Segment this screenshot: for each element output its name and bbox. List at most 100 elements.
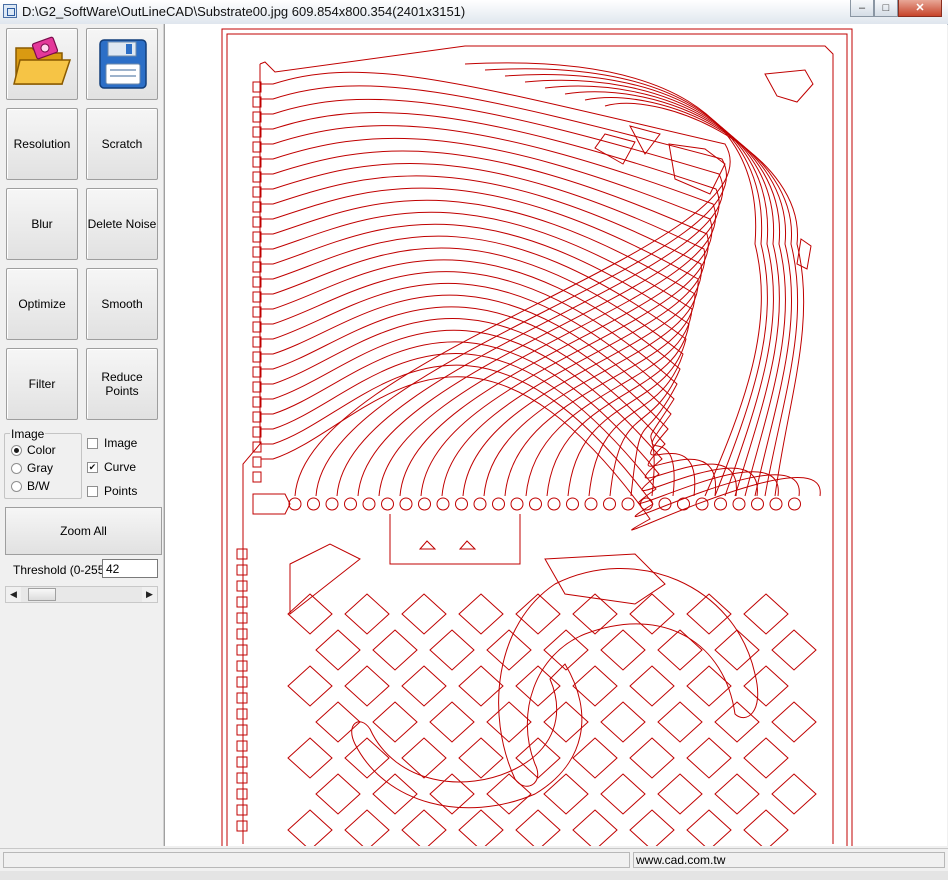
connector-pin <box>344 497 357 511</box>
connector-pin <box>714 497 727 511</box>
lattice-diamond <box>771 629 817 671</box>
lattice-diamond <box>629 665 675 707</box>
checkbox-points[interactable]: Points <box>87 484 137 498</box>
radio-bw[interactable]: B/W <box>11 479 50 493</box>
smooth-button[interactable]: Smooth <box>86 268 158 340</box>
status-pane <box>3 852 630 868</box>
connector-pin <box>584 497 598 511</box>
scroll-thumb[interactable] <box>28 588 56 601</box>
close-button[interactable]: ✕ <box>898 0 942 17</box>
radio-indicator[interactable] <box>11 480 22 492</box>
optimize-button[interactable]: Optimize <box>6 268 78 340</box>
radio-color[interactable]: Color <box>11 443 56 457</box>
minimize-button[interactable]: – <box>850 0 874 17</box>
lattice-diamond <box>458 737 504 779</box>
lattice-diamond <box>657 773 703 815</box>
connector-pin <box>381 497 394 511</box>
checkbox-image[interactable]: Image <box>87 436 137 450</box>
checkbox-box[interactable] <box>87 485 98 497</box>
edge-pin <box>236 676 248 688</box>
edge-pin <box>236 772 248 784</box>
connector-tab <box>389 514 521 565</box>
reduce-points-button[interactable]: Reduce Points <box>86 348 158 420</box>
lattice-diamond <box>458 665 504 707</box>
threshold-input[interactable] <box>102 559 158 578</box>
edge-pin <box>236 644 248 656</box>
trace-line <box>261 187 699 497</box>
edge-pin <box>252 456 262 468</box>
connector-pin <box>547 497 561 511</box>
connector-pin <box>399 497 413 511</box>
connector-pin <box>751 497 764 511</box>
window-bottom-edge <box>0 871 948 880</box>
open-file-button[interactable] <box>6 28 78 100</box>
lattice-diamond <box>486 773 532 815</box>
lattice-diamond <box>515 809 561 846</box>
connector-pin <box>418 497 431 511</box>
lattice-diamond <box>743 809 789 846</box>
status-url: www.cad.com.tw <box>633 852 945 868</box>
edge-pin <box>236 820 248 832</box>
scratch-button[interactable]: Scratch <box>86 108 158 180</box>
edge-pin <box>236 548 248 560</box>
edge-pin <box>236 788 248 800</box>
app-icon <box>3 4 17 18</box>
resolution-button[interactable]: Resolution <box>6 108 78 180</box>
radio-bw-label: B/W <box>27 479 50 493</box>
scroll-right-arrow-icon[interactable]: ▶ <box>142 587 157 602</box>
connector-pin <box>307 497 320 511</box>
save-file-button[interactable] <box>86 28 158 100</box>
lattice-diamond <box>629 809 675 846</box>
zoom-all-button[interactable]: Zoom All <box>5 507 162 555</box>
radio-indicator[interactable] <box>11 444 22 456</box>
delete-noise-button[interactable]: Delete Noise <box>86 188 158 260</box>
lattice-diamond <box>714 773 760 815</box>
maximize-button[interactable]: □ <box>874 0 898 17</box>
blur-button[interactable]: Blur <box>6 188 78 260</box>
connector-pin <box>473 497 487 511</box>
scroll-left-arrow-icon[interactable]: ◀ <box>6 587 21 602</box>
lattice-diamond <box>344 737 390 779</box>
trace-line <box>261 364 800 518</box>
checkbox-box[interactable] <box>87 461 98 473</box>
trace-line <box>261 112 720 497</box>
lattice-diamond <box>372 701 418 743</box>
lattice-diamond <box>657 701 703 743</box>
radio-gray-label: Gray <box>27 461 54 475</box>
lattice-diamond <box>600 773 646 815</box>
window-title: D:\G2_SoftWare\OutLineCAD\Substrate00.jp… <box>22 4 466 19</box>
connector-pin <box>603 497 616 511</box>
filter-button[interactable]: Filter <box>6 348 78 420</box>
outline-drawing[interactable] <box>165 24 947 846</box>
lattice-diamond <box>543 773 589 815</box>
connector-pad <box>252 493 291 515</box>
threshold-scrollbar[interactable]: ◀ ▶ <box>5 586 158 603</box>
edge-pin <box>252 471 262 483</box>
lattice-diamond <box>287 809 333 846</box>
lattice-diamond <box>401 737 447 779</box>
connector-pin <box>769 497 783 511</box>
connector-pin <box>455 497 468 511</box>
radio-gray[interactable]: Gray <box>11 461 53 475</box>
trace-line <box>261 211 693 497</box>
checkbox-curve[interactable]: Curve <box>87 460 136 474</box>
connector-pin <box>288 497 302 511</box>
lattice-diamond <box>486 629 532 671</box>
drawing-canvas[interactable] <box>164 24 947 846</box>
connector-pin <box>566 497 579 511</box>
radio-indicator[interactable] <box>11 462 22 474</box>
edge-pin <box>236 756 248 768</box>
lattice-diamond <box>344 665 390 707</box>
lattice-diamond <box>686 737 732 779</box>
trace-line <box>261 318 717 497</box>
top-right-notch <box>764 69 814 103</box>
lattice-diamond <box>600 701 646 743</box>
lattice-diamond <box>629 737 675 779</box>
connector-marks <box>418 540 477 550</box>
lattice-diamond <box>771 773 817 815</box>
lattice-diamond <box>515 593 561 635</box>
lattice-diamond <box>315 701 361 743</box>
radio-color-label: Color <box>27 443 56 457</box>
checkbox-box[interactable] <box>87 437 98 449</box>
threshold-label: Threshold (0-255) <box>13 563 109 577</box>
